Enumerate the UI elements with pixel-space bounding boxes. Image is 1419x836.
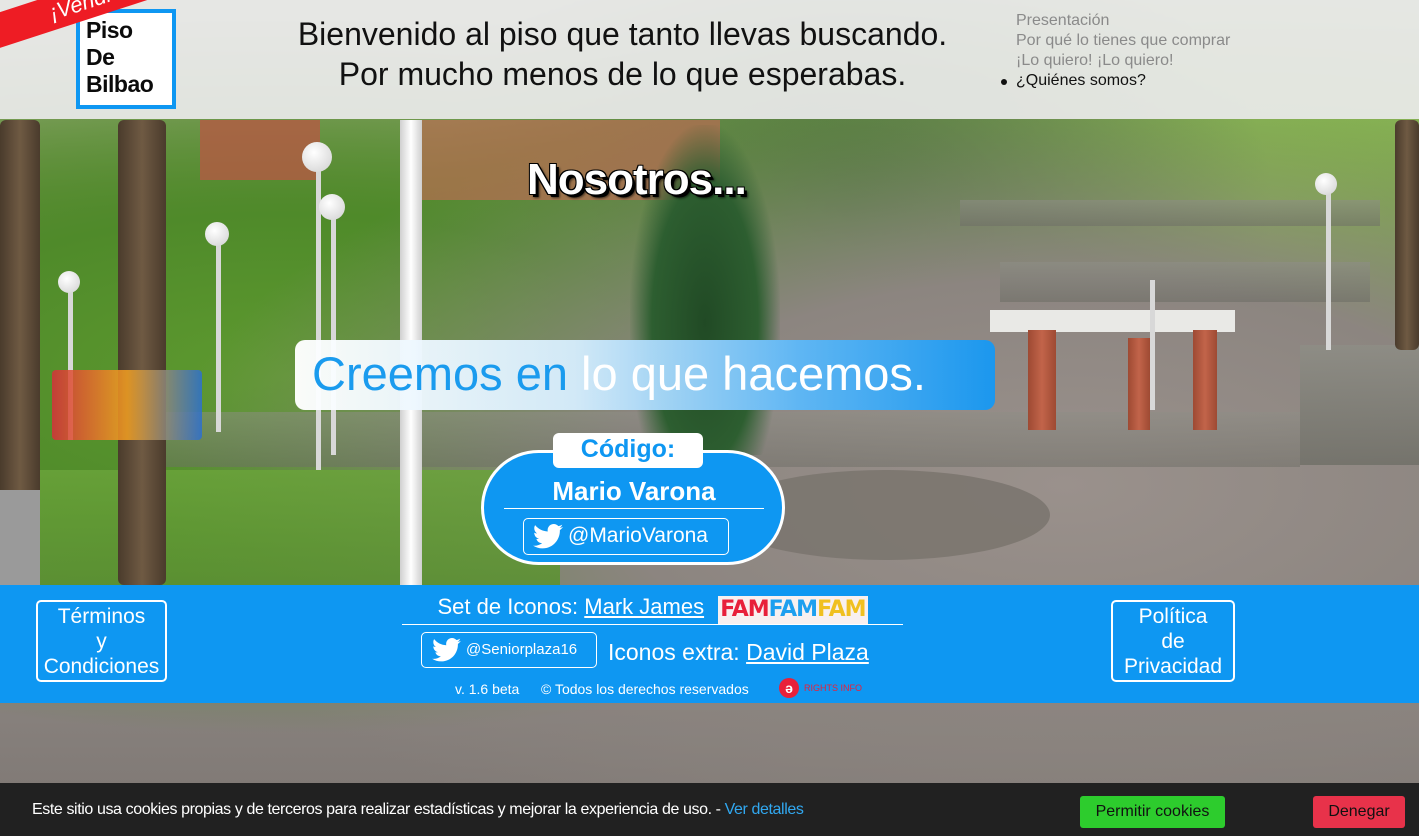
privacy-button[interactable]: Política de Privacidad: [1111, 600, 1235, 682]
background-scenery: [0, 0, 1419, 836]
famfam-part-3: FAM: [817, 597, 866, 622]
developer-name: Mario Varona: [504, 475, 764, 509]
terms-line-1: Términos: [57, 605, 146, 628]
rights-info-link[interactable]: ə RIGHTS INFO: [779, 678, 862, 698]
copyright-text: © Todos los derechos reservados: [541, 681, 749, 697]
headline-line-2: Por mucho menos de lo que esperabas.: [338, 56, 907, 92]
motto-part-1: Creemos en: [312, 347, 568, 400]
twitter-bird-icon: [432, 638, 461, 662]
logo-text: Piso De Bilbao: [86, 17, 154, 97]
footer-twitter-link[interactable]: @Seniorplaza16: [421, 632, 597, 668]
famfamfam-logo[interactable]: FAMFAMFAM: [718, 596, 868, 624]
extra-icons-label: Iconos extra:: [608, 639, 740, 665]
motto-part-2: lo que hacemos.: [568, 347, 926, 400]
headline-line-1: Bienvenido al piso que tanto llevas busc…: [297, 16, 948, 52]
cookie-consent-bar: Este sitio usa cookies propias y de terc…: [0, 783, 1419, 836]
deny-cookies-button[interactable]: Denegar: [1313, 796, 1405, 828]
cookie-details-link[interactable]: Ver detalles: [725, 801, 804, 818]
code-label: Código:: [553, 433, 703, 468]
developer-twitter-handle: @MarioVarona: [568, 524, 708, 547]
terms-button[interactable]: Términos y Condiciones: [36, 600, 167, 682]
icon-set-author-link[interactable]: Mark James: [584, 594, 704, 619]
site-footer: Términos y Condiciones Set de Iconos: Ma…: [0, 585, 1419, 703]
developer-twitter-link[interactable]: @MarioVarona: [523, 518, 729, 555]
nav-item-quienes-somos[interactable]: ¿Quiénes somos?: [1000, 71, 1230, 91]
famfam-part-2: FAM: [768, 597, 818, 622]
privacy-line-2: de: [1161, 630, 1185, 653]
rights-info-label: RIGHTS INFO: [804, 683, 862, 693]
privacy-line-1: Política: [1138, 605, 1208, 628]
version-label: v. 1.6 beta: [455, 681, 520, 697]
nav-item-presentacion[interactable]: Presentación: [1016, 11, 1230, 31]
rights-info-icon: ə: [779, 678, 799, 698]
cookie-notice-text: Este sitio usa cookies propias y de terc…: [32, 801, 725, 818]
nav-item-lo-quiero[interactable]: ¡Lo quiero! ¡Lo quiero!: [1016, 51, 1230, 71]
extra-icons-author-link[interactable]: David Plaza: [746, 639, 869, 665]
icon-set-label: Set de Iconos:: [437, 594, 579, 619]
terms-line-3: Condiciones: [43, 655, 160, 678]
motto-banner: Creemos en lo que hacemos.: [295, 340, 995, 410]
allow-cookies-button[interactable]: Permitir cookies: [1080, 796, 1225, 828]
icon-credits: Set de Iconos: Mark James FAMFAMFAM: [402, 593, 903, 625]
privacy-line-3: Privacidad: [1123, 655, 1223, 678]
famfam-part-1: FAM: [720, 597, 769, 622]
main-nav: Presentación Por qué lo tienes que compr…: [1000, 11, 1230, 91]
site-logo[interactable]: Piso De Bilbao: [76, 9, 176, 109]
page-headline: Bienvenido al piso que tanto llevas busc…: [250, 14, 995, 94]
terms-line-2: y: [96, 630, 107, 653]
extra-icons-credit: Iconos extra: David Plaza: [608, 637, 869, 667]
footer-twitter-handle: @Seniorplaza16: [466, 641, 578, 658]
cookie-notice: Este sitio usa cookies propias y de terc…: [32, 801, 804, 819]
site-header: Piso De Bilbao ¡Vendido! Bienvenido al p…: [0, 0, 1419, 119]
section-title: Nosotros...: [527, 155, 747, 204]
twitter-bird-icon: [533, 524, 563, 549]
nav-item-por-que-comprar[interactable]: Por qué lo tienes que comprar: [1016, 31, 1230, 51]
